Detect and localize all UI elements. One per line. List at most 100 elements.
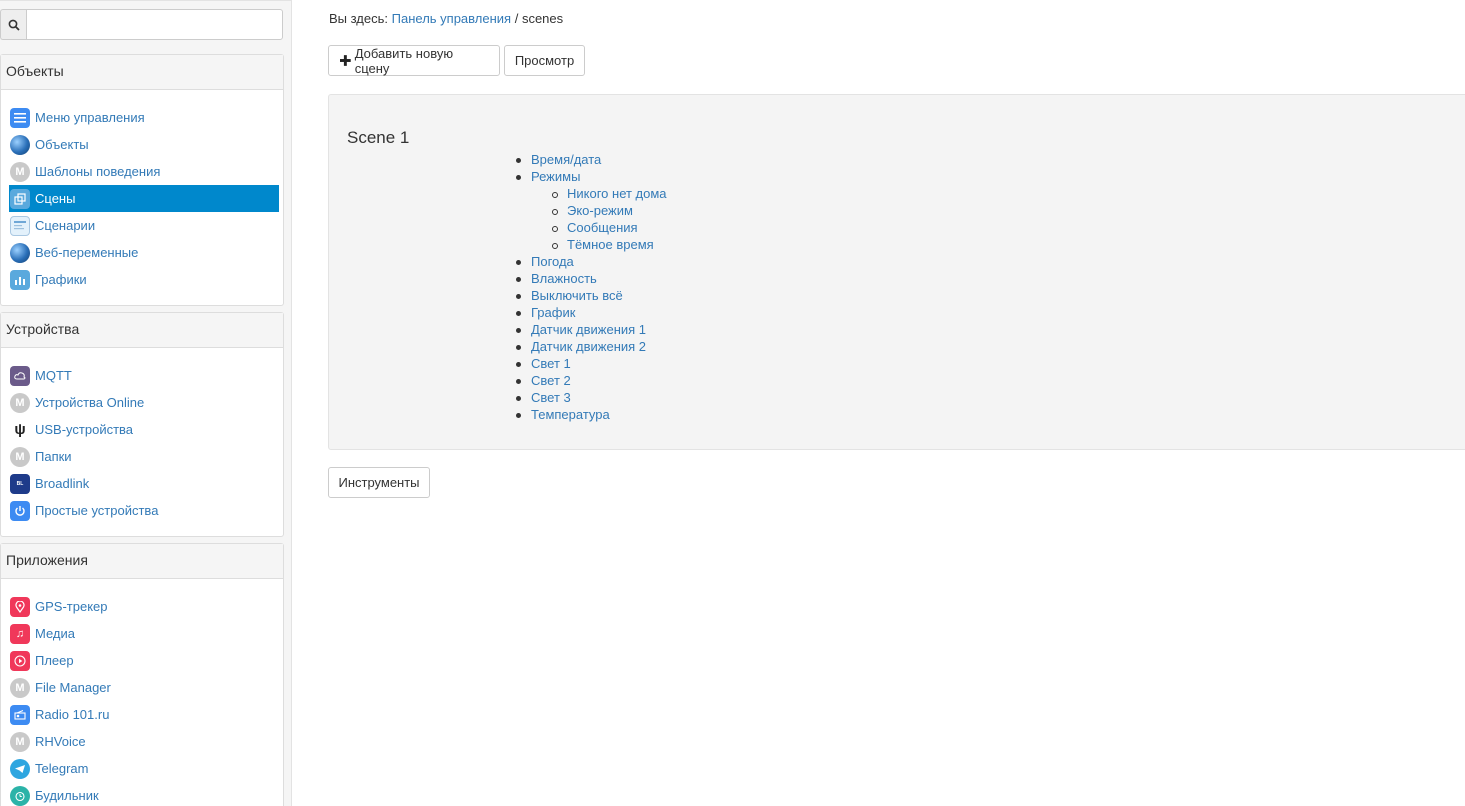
sidebar-item-radio[interactable]: Radio 101.ru	[9, 701, 279, 728]
scene-item-link[interactable]: Свет 3	[531, 390, 571, 405]
panel-heading-objects[interactable]: Объекты	[1, 55, 283, 90]
sidebar-item-label: Графики	[35, 272, 87, 287]
sidebar-item-label: Radio 101.ru	[35, 707, 110, 722]
scene-sub-item[interactable]: Никого нет дома	[552, 185, 667, 202]
sidebar-item-control-menu[interactable]: Меню управления	[9, 104, 279, 131]
panel-body-devices: MQTT M Устройства Online ψ USB-устройств…	[1, 348, 283, 536]
scene-sub-item-link[interactable]: Тёмное время	[567, 237, 654, 252]
search-row	[0, 9, 283, 40]
sidebar-item-charts[interactable]: Графики	[9, 266, 279, 293]
sidebar-item-media[interactable]: ♫ Медиа	[9, 620, 279, 647]
scene-sub-item-link[interactable]: Эко-режим	[567, 203, 633, 218]
sidebar-item-simple-devices[interactable]: Простые устройства	[9, 497, 279, 524]
sidebar-item-label: USB-устройства	[35, 422, 134, 437]
scene-item-link[interactable]: Время/дата	[531, 152, 601, 167]
sidebar-item-gps-tracker[interactable]: GPS-трекер	[9, 593, 279, 620]
sidebar-item-label: Простые устройства	[35, 503, 159, 518]
module-icon: M	[10, 161, 30, 182]
scene-sub-item[interactable]: Тёмное время	[552, 236, 667, 253]
scene-item-link[interactable]: Свет 1	[531, 356, 571, 371]
sidebar-item-label: Будильник	[35, 788, 99, 803]
sidebar-item-usb-devices[interactable]: ψ USB-устройства	[9, 416, 279, 443]
scene-sub-item-link[interactable]: Никого нет дома	[567, 186, 667, 201]
module-icon: M	[10, 392, 30, 413]
scene-item[interactable]: Свет 1	[516, 355, 667, 372]
sidebar-item-web-variables[interactable]: Веб-переменные	[9, 239, 279, 266]
menu-icon	[10, 107, 30, 128]
scene-item[interactable]: Время/дата	[516, 151, 667, 168]
scene-item-link[interactable]: Датчик движения 2	[531, 339, 646, 354]
scene-panel: Scene 1 Время/дата Режимы Никого нет дом…	[328, 94, 1465, 450]
panel-heading-devices[interactable]: Устройства	[1, 313, 283, 348]
scene-item-link[interactable]: График	[531, 305, 575, 320]
scene-item-link[interactable]: Погода	[531, 254, 574, 269]
sidebar-item-scripts[interactable]: Сценарии	[9, 212, 279, 239]
scene-item[interactable]: Погода	[516, 253, 667, 270]
sidebar-item-label: Веб-переменные	[35, 245, 139, 260]
scene-item-link[interactable]: Температура	[531, 407, 610, 422]
panel-heading-applications[interactable]: Приложения	[1, 544, 283, 579]
mqtt-icon	[10, 365, 30, 386]
scene-item[interactable]: Свет 3	[516, 389, 667, 406]
scene-item-link[interactable]: Датчик движения 1	[531, 322, 646, 337]
scene-item[interactable]: Режимы Никого нет дома Эко-режим Сообщен…	[516, 168, 667, 253]
sidebar-item-objects[interactable]: Объекты	[9, 131, 279, 158]
scene-sub-item-link[interactable]: Сообщения	[567, 220, 638, 235]
chart-icon	[10, 269, 30, 290]
scene-sub-item[interactable]: Сообщения	[552, 219, 667, 236]
sidebar-item-label: GPS-трекер	[35, 599, 108, 614]
sidebar: Объекты Меню управления Объекты M Шаблон…	[0, 0, 292, 806]
search-input[interactable]	[26, 9, 283, 40]
scene-item[interactable]: Датчик движения 2	[516, 338, 667, 355]
sidebar-item-label: Плеер	[35, 653, 74, 668]
telegram-icon	[10, 758, 30, 779]
breadcrumb-current: scenes	[521, 11, 564, 26]
sidebar-item-player[interactable]: Плеер	[9, 647, 279, 674]
sidebar-item-label: Сценарии	[35, 218, 96, 233]
sidebar-item-label: Объекты	[35, 137, 89, 152]
scene-sub-item[interactable]: Эко-режим	[552, 202, 667, 219]
tools-label: Инструменты	[338, 475, 420, 490]
scene-sub-list: Никого нет дома Эко-режим Сообщения Тёмн…	[531, 185, 667, 253]
sidebar-item-file-manager[interactable]: M File Manager	[9, 674, 279, 701]
panel-devices: Устройства MQTT M Устройства Online ψ US…	[0, 312, 284, 537]
sidebar-item-alarm[interactable]: Будильник	[9, 782, 279, 806]
panel-body-objects: Меню управления Объекты M Шаблоны поведе…	[1, 90, 283, 305]
breadcrumb-separator: /	[514, 11, 519, 26]
search-button[interactable]	[0, 9, 26, 40]
scene-item-link[interactable]: Режимы	[531, 169, 580, 184]
module-icon: M	[10, 677, 30, 698]
add-scene-button[interactable]: Добавить новую сцену	[328, 45, 500, 76]
sidebar-item-behavior-templates[interactable]: M Шаблоны поведения	[9, 158, 279, 185]
tools-button[interactable]: Инструменты	[328, 467, 430, 498]
scene-item[interactable]: Свет 2	[516, 372, 667, 389]
broadlink-icon: BL	[10, 473, 30, 494]
sidebar-item-label: Папки	[35, 449, 72, 464]
view-label: Просмотр	[514, 53, 575, 68]
panel-applications: Приложения GPS-трекер ♫ Медиа Плеер M Fi	[0, 543, 284, 806]
scene-item[interactable]: Температура	[516, 406, 667, 423]
breadcrumb: Вы здесь: Панель управления / scenes	[329, 11, 563, 26]
gps-icon	[10, 596, 30, 617]
scene-item-link[interactable]: Выключить всё	[531, 288, 623, 303]
radio-icon	[10, 704, 30, 725]
sidebar-item-label: MQTT	[35, 368, 72, 383]
sidebar-item-folders[interactable]: M Папки	[9, 443, 279, 470]
sidebar-item-telegram[interactable]: Telegram	[9, 755, 279, 782]
add-scene-label: Добавить новую сцену	[354, 45, 454, 76]
scene-item-link[interactable]: Свет 2	[531, 373, 571, 388]
breadcrumb-link-dashboard[interactable]: Панель управления	[392, 11, 511, 26]
scene-item[interactable]: Датчик движения 1	[516, 321, 667, 338]
sidebar-item-rhvoice[interactable]: M RHVoice	[9, 728, 279, 755]
sidebar-item-mqtt[interactable]: MQTT	[9, 362, 279, 389]
scene-item[interactable]: Влажность	[516, 270, 667, 287]
scene-item[interactable]: Выключить всё	[516, 287, 667, 304]
sidebar-item-broadlink[interactable]: BL Broadlink	[9, 470, 279, 497]
view-button[interactable]: Просмотр	[504, 45, 585, 76]
scene-item-link[interactable]: Влажность	[531, 271, 597, 286]
scene-item[interactable]: График	[516, 304, 667, 321]
sidebar-item-devices-online[interactable]: M Устройства Online	[9, 389, 279, 416]
sidebar-item-scenes[interactable]: Сцены	[9, 185, 279, 212]
main-content: Вы здесь: Панель управления / scenes Доб…	[328, 0, 1465, 806]
search-icon	[8, 19, 20, 31]
